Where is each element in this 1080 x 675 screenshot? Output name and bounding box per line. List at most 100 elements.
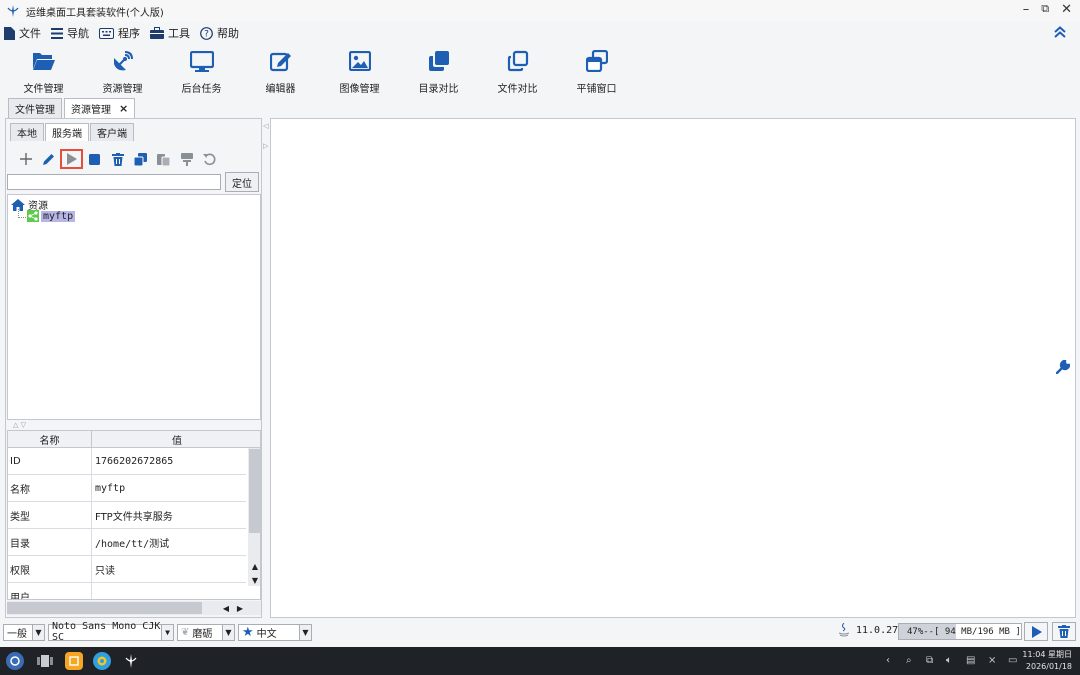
table-row[interactable]: 用户 bbox=[8, 583, 246, 599]
delete-icon bbox=[111, 152, 124, 166]
clear-memory-button[interactable] bbox=[1052, 622, 1076, 641]
property-table-header: 名称 值 bbox=[8, 431, 260, 448]
app-logo-icon bbox=[7, 5, 19, 17]
wrench-icon[interactable] bbox=[1056, 360, 1070, 374]
paste-icon bbox=[157, 153, 170, 166]
image-icon bbox=[348, 51, 371, 71]
expand-right-icon[interactable]: ▷ bbox=[263, 142, 268, 150]
window-stack-icon bbox=[585, 50, 608, 72]
restore-button[interactable]: ⧉ bbox=[1041, 2, 1049, 17]
multitask-view-icon[interactable] bbox=[36, 652, 54, 670]
copy-filled-icon bbox=[428, 51, 449, 71]
ops-toolkit-app-icon[interactable] bbox=[122, 652, 140, 670]
files-app-icon[interactable] bbox=[65, 652, 83, 670]
undo-button[interactable] bbox=[198, 149, 221, 169]
scroll-down-icon[interactable]: ▼ bbox=[248, 574, 260, 586]
minimize-button[interactable]: – bbox=[1023, 2, 1030, 17]
resource-toolbar bbox=[14, 149, 221, 169]
toolbar-file-manager[interactable]: 文件管理 bbox=[4, 46, 83, 96]
tab-server[interactable]: 服务端 bbox=[45, 123, 89, 141]
tab-file-manager[interactable]: 文件管理 bbox=[8, 98, 62, 118]
edit-button[interactable] bbox=[37, 149, 60, 169]
scrollbar-thumb[interactable] bbox=[249, 449, 260, 533]
table-row[interactable]: ID 1766202672865 bbox=[8, 448, 246, 475]
table-row[interactable]: 名称 myftp bbox=[8, 475, 246, 502]
menu-program[interactable]: 程序 bbox=[99, 25, 140, 41]
trash-icon bbox=[1058, 625, 1070, 638]
memory-indicator: 47%--[ 94 MB/196 MB ] bbox=[898, 623, 1022, 640]
menu-file[interactable]: 文件 bbox=[4, 25, 41, 41]
tab-local[interactable]: 本地 bbox=[10, 123, 44, 141]
undo-icon bbox=[203, 153, 216, 165]
close-window-button[interactable]: ✕ bbox=[1061, 2, 1072, 17]
scroll-right-icon[interactable]: ▶ bbox=[233, 601, 247, 615]
splitter-handle[interactable]: △ ▽ bbox=[7, 421, 261, 429]
table-row[interactable]: 目录 /home/tt/测试 bbox=[8, 529, 246, 556]
column-header-value[interactable]: 值 bbox=[92, 431, 260, 447]
run-gc-button[interactable] bbox=[1024, 622, 1048, 641]
toolbar-image-manager[interactable]: 图像管理 bbox=[320, 46, 399, 96]
search-icon[interactable]: ⌕ bbox=[906, 655, 912, 666]
scrollbar-thumb[interactable] bbox=[7, 602, 202, 614]
duplicate-icon bbox=[134, 152, 147, 166]
menu-help[interactable]: ? 帮助 bbox=[200, 25, 239, 41]
tab-client[interactable]: 客户端 bbox=[90, 123, 134, 141]
chevron-down-icon: ▼ bbox=[299, 624, 311, 640]
duplicate-button[interactable] bbox=[129, 149, 152, 169]
scroll-up-icon[interactable]: ▲ bbox=[248, 560, 260, 572]
network-icon[interactable]: ⨯ bbox=[988, 655, 996, 666]
menu-navigate[interactable]: 导航 bbox=[51, 25, 89, 41]
panel-divider[interactable]: ◁ ▷ bbox=[262, 118, 270, 618]
collapse-left-icon[interactable]: ◁ bbox=[263, 122, 268, 130]
add-button[interactable] bbox=[14, 149, 37, 169]
property-table-horizontal-scrollbar[interactable]: ◀ ▶ bbox=[7, 601, 261, 615]
table-row[interactable]: 权限 只读 bbox=[8, 556, 246, 583]
tree-node-label: myftp bbox=[41, 210, 76, 222]
property-table: 名称 值 ID 1766202672865 名称 myftp 类型 FTP文件共… bbox=[7, 430, 261, 600]
search-input[interactable] bbox=[7, 174, 221, 190]
locate-button[interactable]: 定位 bbox=[225, 172, 259, 192]
file-icon bbox=[4, 26, 15, 40]
tab-resource-manager[interactable]: 资源管理 × bbox=[64, 98, 136, 118]
stop-button[interactable] bbox=[83, 149, 106, 169]
search-row: 定位 bbox=[7, 172, 261, 192]
property-table-vertical-scrollbar[interactable]: ▲ ▼ bbox=[248, 448, 260, 586]
table-row[interactable]: 类型 FTP文件共享服务 bbox=[8, 502, 246, 529]
edit-pencil-icon bbox=[43, 153, 54, 165]
resource-tree[interactable]: 资源 myftp bbox=[7, 194, 261, 420]
scroll-left-icon[interactable]: ◀ bbox=[219, 601, 233, 615]
keyboard-tray-icon[interactable]: ▤ bbox=[966, 655, 975, 666]
close-tab-icon[interactable]: × bbox=[119, 102, 128, 115]
paste-button[interactable] bbox=[152, 149, 175, 169]
stamp-button[interactable] bbox=[175, 149, 198, 169]
toolbar-resource-manager[interactable]: 资源管理 bbox=[83, 46, 162, 96]
tray-expand-icon[interactable]: ‹ bbox=[886, 655, 890, 666]
menu-tools[interactable]: 工具 bbox=[150, 25, 190, 41]
volume-icon[interactable]: 🔈︎ bbox=[946, 655, 952, 666]
star-icon: ★ bbox=[242, 624, 254, 640]
window-title: 运维桌面工具套装软件(个人版) bbox=[26, 7, 164, 19]
delete-button[interactable] bbox=[106, 149, 129, 169]
column-header-name[interactable]: 名称 bbox=[8, 431, 92, 447]
font-select[interactable]: Noto Sans Mono CJK SC ▼ bbox=[48, 621, 174, 643]
browser-app-icon[interactable] bbox=[93, 652, 111, 670]
toolbar-background-tasks[interactable]: 后台任务 bbox=[162, 46, 241, 96]
tree-node-myftp[interactable]: myftp bbox=[27, 210, 76, 222]
mode-select[interactable]: 一般 ▼ bbox=[3, 623, 45, 641]
java-icon bbox=[838, 623, 850, 637]
clipboard-icon[interactable]: ⧉ bbox=[926, 655, 933, 666]
start-button[interactable] bbox=[60, 149, 83, 169]
toolbar-editor[interactable]: 编辑器 bbox=[241, 46, 320, 96]
theme-select[interactable]: ❦ 磨砺 ▼ bbox=[177, 623, 235, 641]
help-icon: ? bbox=[200, 26, 213, 40]
toolbar-file-compare[interactable]: 文件对比 bbox=[478, 46, 557, 96]
toolbar-directory-compare[interactable]: 目录对比 bbox=[399, 46, 478, 96]
start-icon bbox=[67, 153, 77, 165]
collapse-toolbar-icon[interactable] bbox=[1054, 26, 1066, 38]
system-clock[interactable]: 11:04 星期日 2026/01/18 bbox=[1022, 649, 1072, 673]
language-select[interactable]: ★ 中文 ▼ bbox=[238, 623, 312, 641]
toolbar-tile-windows[interactable]: 平铺窗口 bbox=[557, 46, 636, 96]
start-menu-icon[interactable] bbox=[6, 652, 24, 670]
notification-icon[interactable]: ▭ bbox=[1008, 655, 1017, 666]
menu-bar: 文件 导航 程序 工具 ? 帮助 bbox=[0, 22, 1080, 44]
